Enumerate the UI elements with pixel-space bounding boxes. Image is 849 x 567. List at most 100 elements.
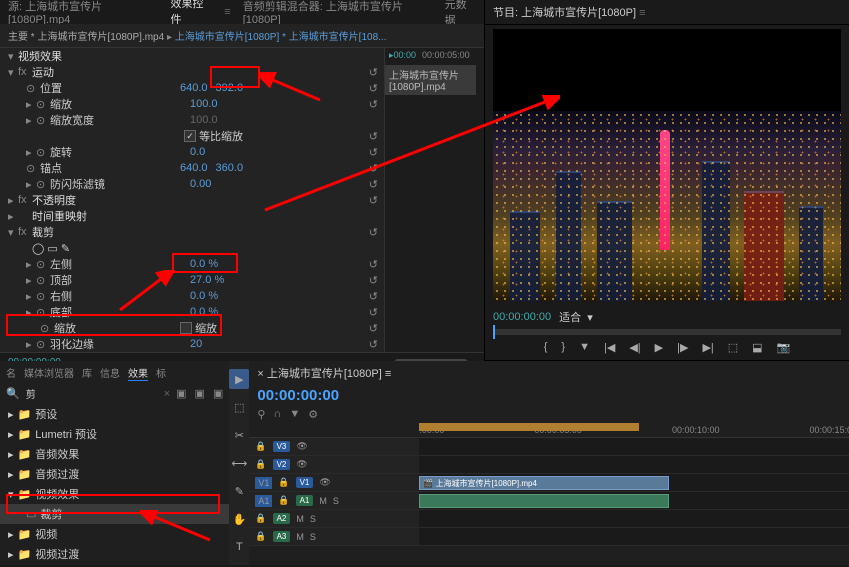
feather-label: 羽化边缘: [50, 336, 190, 352]
lift-icon[interactable]: ⬚: [728, 341, 738, 354]
track-select-tool-icon[interactable]: ⬚: [229, 397, 249, 417]
anchor-y[interactable]: 360.0: [216, 162, 244, 174]
uniform-checkbox[interactable]: ✓: [184, 130, 196, 142]
effects-search-input[interactable]: [26, 388, 158, 399]
crop-top-value[interactable]: 27.0 %: [190, 274, 224, 286]
pen-tool-icon[interactable]: ✎: [229, 481, 249, 501]
fx-badge-icon[interactable]: ▣: [213, 387, 223, 400]
tree-video-fx[interactable]: ▾📁视频效果: [0, 484, 229, 504]
tab-library[interactable]: 库: [82, 365, 92, 381]
program-title: 节目: 上海城市宣传片[1080P]: [493, 7, 636, 19]
tree-audio-trans[interactable]: ▸📁音频过渡: [0, 464, 229, 484]
add-marker-icon[interactable]: ▼: [579, 341, 590, 354]
program-monitor[interactable]: [493, 29, 841, 301]
rotation-value[interactable]: 0.0: [190, 146, 205, 158]
crop-group[interactable]: 裁剪: [32, 224, 54, 240]
timeline-clip-video[interactable]: 🎬 上海城市宣传片[1080P].mp4: [419, 476, 669, 490]
feather-value[interactable]: 20: [190, 338, 202, 350]
ripple-tool-icon[interactable]: ✂: [229, 425, 249, 445]
snap-icon[interactable]: ⚲: [257, 408, 265, 421]
scale-value[interactable]: 100.0: [190, 98, 218, 110]
tree-video-trans[interactable]: ▸📁视频过渡: [0, 544, 229, 564]
step-fwd-icon[interactable]: ▶|: [702, 341, 713, 354]
tree-crop-effect[interactable]: ▭裁剪: [0, 504, 229, 524]
settings-icon[interactable]: ⚙: [308, 408, 318, 421]
fx-badge-icon[interactable]: ▣: [176, 387, 186, 400]
step-back-icon[interactable]: |◀: [604, 341, 615, 354]
clear-search-icon[interactable]: ×: [164, 388, 170, 400]
anchor-label: 锚点: [40, 160, 180, 176]
reset-icon[interactable]: ↺: [369, 274, 378, 287]
fx-badge-icon[interactable]: ▣: [195, 387, 205, 400]
sequence-link[interactable]: 上海城市宣传片[1080P] * 上海城市宣传片[108...: [175, 32, 387, 43]
program-time[interactable]: 00:00:00:00: [493, 311, 551, 323]
mask-ellipse-icon[interactable]: ◯: [32, 242, 44, 255]
track-v1-head[interactable]: V1🔒V1👁: [249, 474, 419, 491]
reset-icon[interactable]: ↺: [369, 194, 378, 207]
reset-icon[interactable]: ↺: [369, 290, 378, 303]
frame-fwd-icon[interactable]: |▶: [677, 341, 688, 354]
crop-left-value[interactable]: 0.0 %: [190, 258, 218, 270]
motion-group[interactable]: 运动: [32, 64, 54, 80]
mask-rect-icon[interactable]: ▭: [47, 242, 57, 255]
tree-lumetri[interactable]: ▸📁Lumetri 预设: [0, 424, 229, 444]
reset-icon[interactable]: ↺: [369, 226, 378, 239]
reset-icon[interactable]: ↺: [369, 322, 378, 335]
reset-icon[interactable]: ↺: [369, 146, 378, 159]
type-tool-icon[interactable]: T: [229, 537, 249, 557]
selection-tool-icon[interactable]: ▶: [229, 369, 249, 389]
crop-right-value[interactable]: 0.0 %: [190, 290, 218, 302]
fit-dropdown[interactable]: 适合 ▾: [559, 309, 593, 325]
mark-in-icon[interactable]: {: [544, 341, 548, 354]
reset-icon[interactable]: ↺: [369, 162, 378, 175]
tab-markers[interactable]: 标: [156, 365, 166, 381]
reset-icon[interactable]: ↺: [369, 338, 378, 351]
track-a2-head[interactable]: 🔒A2MS: [249, 510, 419, 527]
position-y[interactable]: 392.0: [216, 82, 244, 94]
frame-back-icon[interactable]: ◀|: [629, 341, 640, 354]
export-frame-icon[interactable]: 📷: [777, 341, 791, 354]
tab-info[interactable]: 信息: [100, 365, 120, 381]
opacity-group[interactable]: 不透明度: [32, 192, 76, 208]
program-scrubber[interactable]: [493, 329, 841, 335]
slip-tool-icon[interactable]: ⟷: [229, 453, 249, 473]
hand-tool-icon[interactable]: ✋: [229, 509, 249, 529]
flicker-value[interactable]: 0.00: [190, 178, 211, 190]
tab-effects[interactable]: 效果: [128, 365, 148, 381]
tab-name[interactable]: 名: [6, 365, 16, 381]
reset-icon[interactable]: ↺: [369, 306, 378, 319]
link-icon[interactable]: ∩: [273, 408, 281, 421]
video-effects-group[interactable]: 视频效果: [18, 48, 62, 64]
reset-icon[interactable]: ↺: [369, 130, 378, 143]
marker-icon[interactable]: ▼: [289, 408, 300, 421]
reset-icon[interactable]: ↺: [369, 82, 378, 95]
track-v2-head[interactable]: 🔒V2👁: [249, 456, 419, 473]
reset-icon[interactable]: ↺: [369, 66, 378, 79]
scale-label: 缩放: [50, 96, 190, 112]
timeline-time[interactable]: 00:00:00:00: [249, 385, 419, 406]
crop-bottom-value[interactable]: 0.0 %: [190, 306, 218, 318]
position-x[interactable]: 640.0: [180, 82, 208, 94]
play-icon[interactable]: ▶: [655, 341, 663, 354]
tree-video[interactable]: ▸📁视频: [0, 524, 229, 544]
tree-presets[interactable]: ▸📁预设: [0, 404, 229, 424]
reset-icon[interactable]: ↺: [369, 178, 378, 191]
tree-audio-fx[interactable]: ▸📁音频效果: [0, 444, 229, 464]
timeline-title[interactable]: 上海城市宣传片[1080P]: [267, 368, 382, 380]
track-v3-head[interactable]: 🔒V3👁: [249, 438, 419, 455]
tab-media-browser[interactable]: 媒体浏览器: [24, 365, 74, 381]
master-clip-label: 主要 * 上海城市宣传片[1080P].mp4: [8, 32, 164, 43]
clip-strip[interactable]: 上海城市宣传片[1080P].mp4: [385, 65, 476, 95]
work-area-bar[interactable]: [419, 423, 639, 431]
track-a3-head[interactable]: 🔒A3MS: [249, 528, 419, 545]
mask-pen-icon[interactable]: ✎: [61, 242, 70, 255]
anchor-x[interactable]: 640.0: [180, 162, 208, 174]
timeremap-group[interactable]: 时间重映射: [18, 208, 87, 224]
reset-icon[interactable]: ↺: [369, 98, 378, 111]
mark-out-icon[interactable]: }: [561, 341, 565, 354]
crop-zoom-checkbox[interactable]: [180, 322, 192, 334]
reset-icon[interactable]: ↺: [369, 258, 378, 271]
extract-icon[interactable]: ⬓: [752, 341, 762, 354]
track-a1-head[interactable]: A1🔒A1MS: [249, 492, 419, 509]
timeline-clip-audio[interactable]: [419, 494, 669, 508]
